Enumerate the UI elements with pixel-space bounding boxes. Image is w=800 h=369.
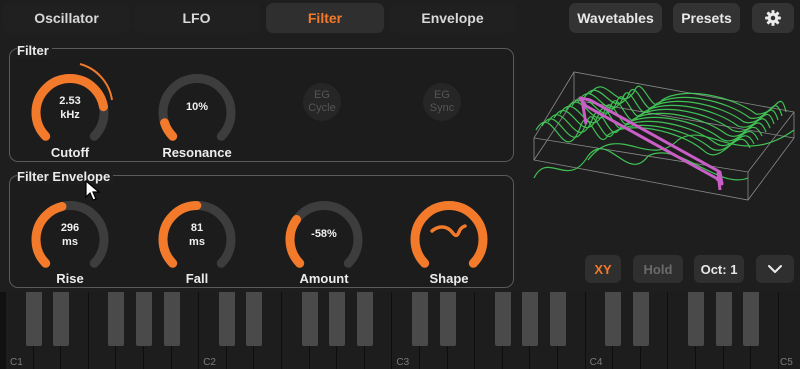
tab-filter[interactable]: Filter [266,3,384,33]
tab-lfo[interactable]: LFO [133,3,260,33]
cursor-icon [85,180,101,201]
black-key[interactable] [688,292,704,346]
wavetable-3d-view[interactable] [528,60,796,235]
gear-icon [765,10,781,26]
shape-curve-icon [430,224,467,238]
black-key[interactable] [53,292,70,346]
black-key[interactable] [108,292,125,346]
octave-label: C4 [589,357,603,368]
black-key[interactable] [136,292,152,346]
black-key[interactable] [163,292,180,346]
resonance-value: 10% [185,101,209,113]
shape-knob[interactable]: Shape [399,185,499,295]
amount-label: Amount [299,271,349,286]
settings-button[interactable] [752,3,794,33]
black-key[interactable] [439,292,456,346]
hold-button[interactable]: Hold [633,255,683,283]
cutoff-label: Cutoff [50,145,90,160]
cutoff-knob[interactable]: 2.53 kHz Cutoff [20,58,120,168]
shape-arc [410,201,488,268]
piano-keyboard[interactable]: C1 C2 C3 C4 C5 [0,292,800,369]
eg-sync-toggle[interactable]: EG Sync [423,83,461,121]
chevron-down-icon [768,265,782,273]
black-key[interactable] [605,292,622,346]
black-key[interactable] [301,292,318,346]
filter-panel-title: Filter [17,43,52,58]
fall-label: Fall [185,271,209,286]
octave-display[interactable]: Oct: 1 [694,255,744,283]
rise-value: 296 ms [60,222,80,248]
tab-envelope[interactable]: Envelope [389,3,516,33]
fall-value: 81 ms [189,222,205,248]
presets-button[interactable]: Presets [673,3,740,33]
octave-label: C5 [780,357,793,368]
rise-knob[interactable]: 296 ms Rise [20,185,120,295]
black-key[interactable] [632,292,649,346]
black-key[interactable] [329,292,346,346]
shape-label: Shape [429,271,469,286]
black-key[interactable] [246,292,263,346]
rise-label: Rise [56,271,84,286]
octave-label: C1 [10,357,23,368]
cutoff-value: 2.53 kHz [59,95,81,121]
black-key[interactable] [522,292,539,346]
fall-knob[interactable]: 81 ms Fall [147,185,247,295]
wavetables-button[interactable]: Wavetables [569,3,662,33]
black-key[interactable] [25,292,42,346]
octave-label: C2 [203,357,216,368]
black-key[interactable] [494,292,511,346]
octave-label: C3 [396,357,410,368]
amount-knob[interactable]: -58% Amount [274,185,374,295]
resonance-knob[interactable]: 10% Resonance [147,58,247,168]
xy-button[interactable]: XY [585,255,621,283]
amount-value: -58% [311,228,337,240]
black-key[interactable] [412,292,428,346]
black-key[interactable] [743,292,760,346]
resonance-label: Resonance [162,145,232,160]
tab-oscillator[interactable]: Oscillator [3,3,130,33]
black-key[interactable] [550,292,566,346]
black-key[interactable] [218,292,235,346]
expand-button[interactable] [756,255,794,283]
eg-cycle-toggle[interactable]: EG Cycle [303,83,341,121]
shape-dial [410,201,488,268]
black-key[interactable] [356,292,373,346]
black-key[interactable] [715,292,732,346]
